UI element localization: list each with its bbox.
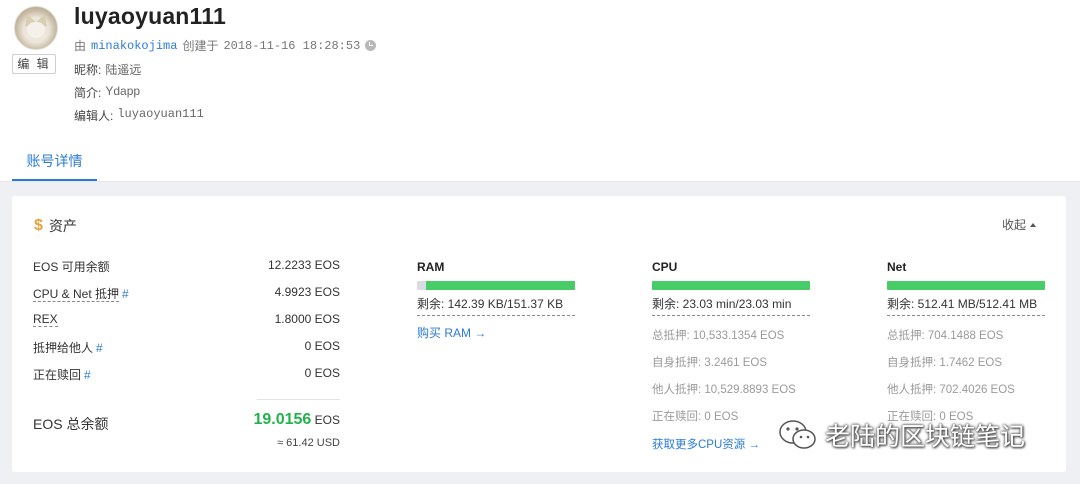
wechat-icon [779,420,816,449]
balance-label[interactable]: REX [33,312,58,327]
cpu-self-staked: 自身抵押: 3.2461 EOS [652,357,768,369]
account-header: 编 辑 luyaoyuan111 由 minakokojima 创建于 2018… [0,0,1080,182]
tab-account-details[interactable]: 账号详情 [12,141,97,181]
balance-value: 4.9923 EOS [274,285,340,299]
net-self-staked: 自身抵押: 1.7462 EOS [887,357,1003,369]
editor-row: 编辑人: luyaoyuan111 [74,107,204,124]
cpu-remaining: 剩余: 23.03 min/23.03 min [652,295,810,316]
ram-title: RAM [417,260,445,274]
ram-panel: RAM 剩余: 142.39 KB/151.37 KB 购买 RAM → [417,260,575,341]
net-bar-fill [887,281,1045,290]
created-prefix: 由 [74,39,87,53]
caret-up-icon [1030,223,1036,227]
cpu-usage-bar [652,281,810,290]
ram-remaining: 剩余: 142.39 KB/151.37 KB [417,295,575,316]
balance-value: 0 EOS [304,366,340,380]
watermark-text: 老陆的区块链笔记 [825,422,1026,451]
collapse-toggle[interactable]: 收起 [1002,216,1036,233]
net-panel: Net 剩余: 512.41 MB/512.41 MB 总抵押: 704.148… [887,260,1045,424]
ram-usage-bar [417,281,575,290]
created-timestamp: 2018-11-16 18:28:53 [223,38,361,53]
header-divider [0,181,1080,182]
created-word: 创建于 [182,39,219,53]
editor-value: luyaoyuan111 [117,107,204,121]
account-name: luyaoyuan111 [74,3,226,29]
net-remaining: 剩余: 512.41 MB/512.41 MB [887,295,1045,316]
total-balance-value: 19.0156 EOS [253,411,340,429]
intro-row: 简介: Ydapp [74,84,140,101]
balance-row-rex: REX 1.8000 EOS [33,312,340,327]
net-usage-bar [887,281,1045,290]
balance-value: 0 EOS [304,339,340,353]
balance-label: 抵押给他人 [33,341,94,355]
edit-button[interactable]: 编 辑 [12,54,56,74]
total-balance-unit: EOS [314,413,340,427]
hash-link[interactable]: # [84,368,91,382]
dollar-icon: $ [34,217,43,234]
net-total-staked: 总抵押: 704.1488 EOS [887,330,1004,342]
ram-bar-fill [426,281,575,290]
editor-label: 编辑人: [74,109,114,123]
balance-value: 12.2233 EOS [267,258,340,272]
nickname-row: 昵称: 陆遥远 [74,61,141,78]
intro-label: 简介: [74,86,102,100]
intro-value: Ydapp [105,84,141,98]
cpu-total-staked: 总抵押: 10,533.1354 EOS [652,330,785,342]
nickname-value: 陆遥远 [105,63,142,77]
balance-row-staked: CPU & Net 抵押 # 4.9923 EOS [33,285,340,302]
assets-title: 资产 [48,218,77,234]
avatar[interactable] [14,6,58,50]
nickname-label: 昵称: [74,63,102,77]
cpu-bar-fill [652,281,810,290]
balance-row-delegated: 抵押给他人 # 0 EOS [33,339,340,356]
net-others-staked: 他人抵押: 702.4026 EOS [887,384,1015,396]
watermark: 老陆的区块链笔记 [777,417,1025,453]
hash-link[interactable]: # [96,341,103,355]
assets-heading: $ 资产 [34,216,77,236]
balance-row-refunding: 正在赎回 # 0 EOS [33,366,340,383]
net-title: Net [887,260,907,274]
balance-label: EOS 可用余额 [33,260,110,274]
collapse-label: 收起 [1001,218,1026,232]
cpu-others-staked: 他人抵押: 10,529.8893 EOS [652,384,796,396]
creator-link[interactable]: minakokojima [91,39,177,53]
balance-label[interactable]: CPU & Net 抵押 [33,287,120,302]
total-divider [257,399,340,400]
balance-label: 正在赎回 [33,368,82,382]
total-balance-label: EOS 总余额 [33,416,109,432]
hash-link[interactable]: # [122,287,129,301]
created-info: 由 minakokojima 创建于 2018-11-16 18:28:53 [74,37,377,54]
balance-value: 1.8000 EOS [274,312,340,326]
clock-icon[interactable] [365,40,377,51]
total-balance-number: 19.0156 [253,411,312,428]
buy-ram-link[interactable]: 购买 RAM → [417,324,575,341]
total-usd-value: ≈ 61.42 USD [277,437,340,449]
balance-row-available: EOS 可用余额 12.2233 EOS [33,258,340,275]
cpu-title: CPU [652,260,678,274]
